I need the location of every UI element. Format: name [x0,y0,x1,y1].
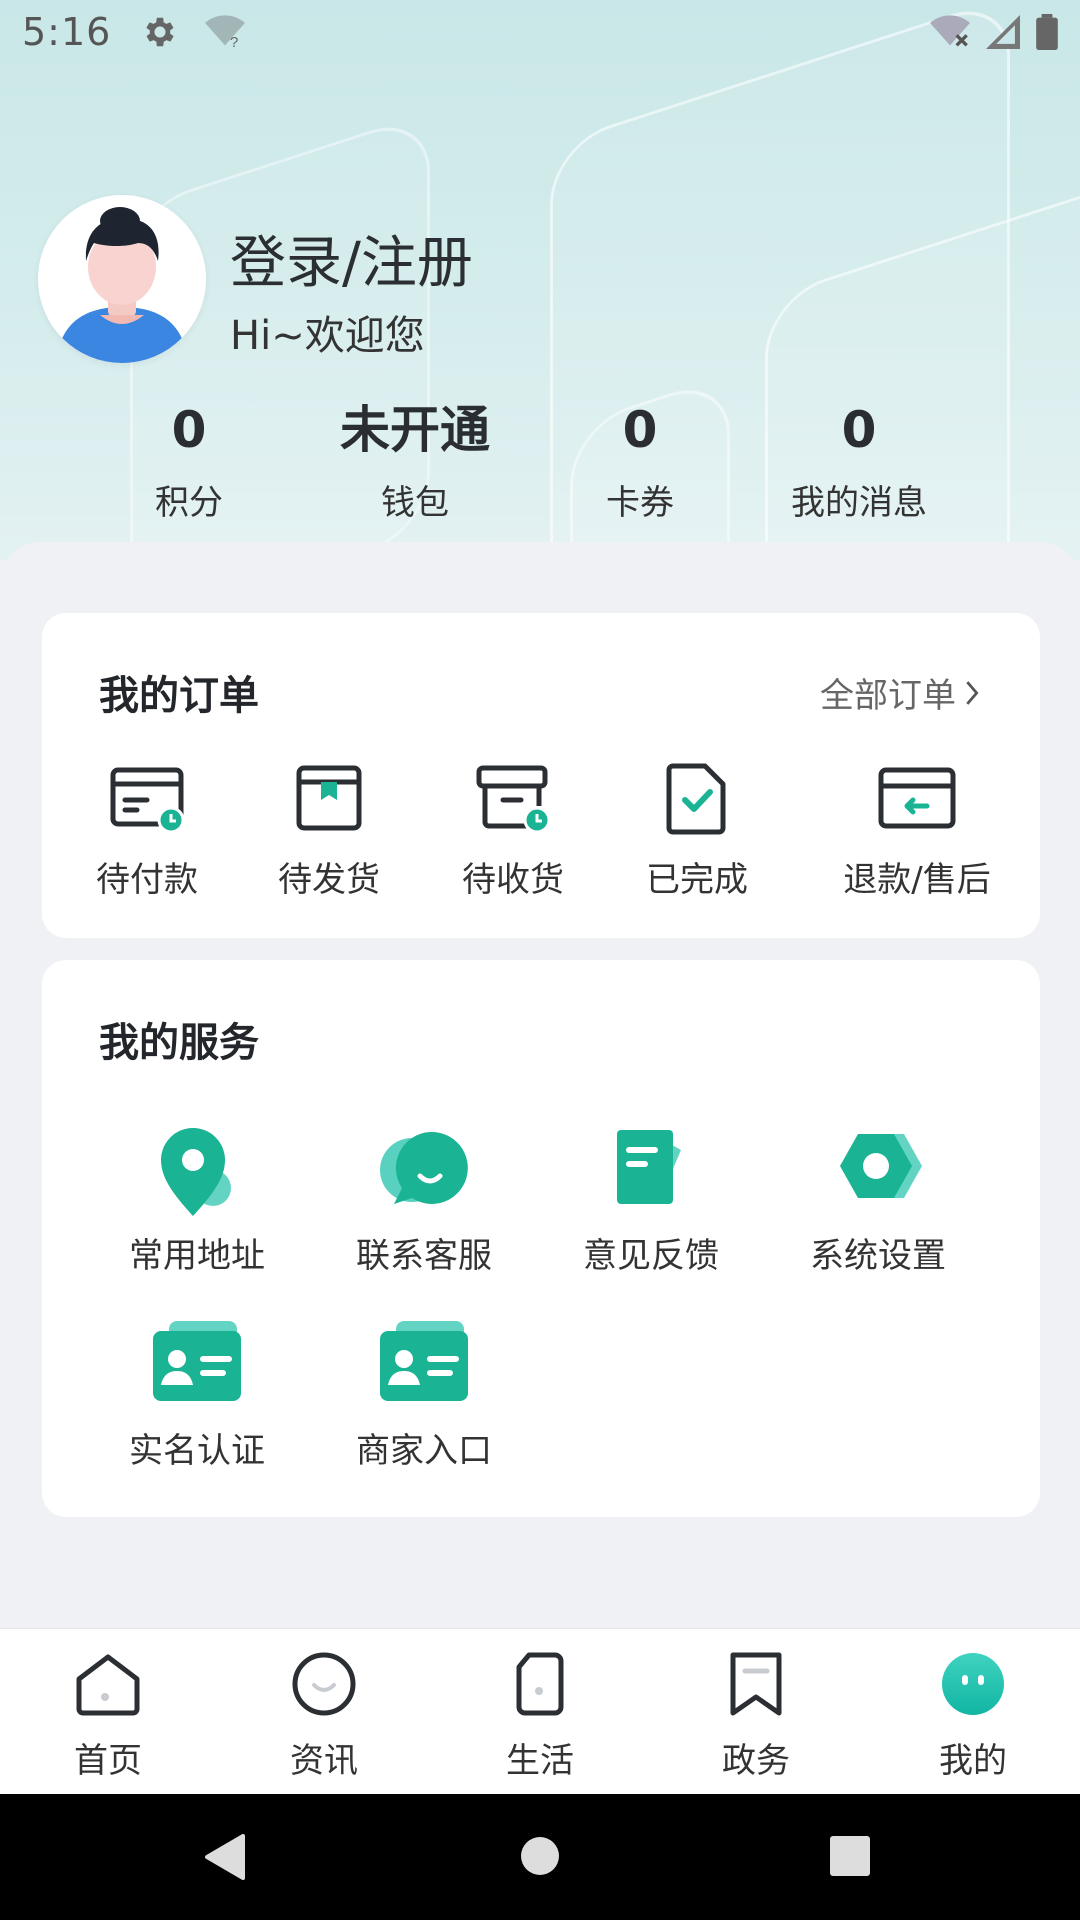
order-label: 待发货 [278,860,380,900]
order-label: 已完成 [646,860,748,900]
settings-icon [840,1134,922,1198]
order-refund[interactable]: 退款/售后 [832,758,1002,901]
orders-card: 我的订单 全部订单 待付款 待发货 待收货 已完成 退款/售后 [42,613,1040,938]
login-register-link[interactable]: 登录/注册 [230,218,473,299]
merchant-card-icon [380,1321,468,1401]
life-icon [516,1652,564,1716]
orders-title: 我的订单 [99,673,259,719]
nav-label: 政务 [722,1741,790,1781]
id-card-icon [153,1321,241,1401]
stat-value: 0 [622,401,658,459]
completed-icon [666,763,726,835]
service-settings[interactable]: 系统设置 [768,1120,988,1277]
nav-profile[interactable]: 我的 [903,1649,1043,1782]
stat-label: 钱包 [381,483,449,523]
order-pending-shipment[interactable]: 待发货 [264,758,394,901]
pending-receipt-icon [476,765,551,834]
stat-label: 我的消息 [791,483,927,523]
government-icon [730,1652,782,1716]
svg-text:?: ? [230,34,238,50]
order-label: 待付款 [96,860,198,900]
battery-icon [1036,14,1058,50]
nav-home[interactable]: 首页 [38,1649,178,1782]
pending-shipment-icon [296,765,362,831]
gear-icon [146,17,174,47]
stat-value: 0 [841,401,877,459]
nav-label: 我的 [939,1741,1007,1781]
stat-points[interactable]: 0 积分 [79,395,299,524]
nav-government[interactable]: 政务 [686,1649,826,1782]
service-label: 商家入口 [356,1431,492,1471]
stat-label: 卡券 [606,483,674,523]
stat-value: 0 [171,401,207,459]
all-orders-link[interactable]: 全部订单 [820,668,980,717]
back-icon[interactable] [203,1832,247,1882]
stat-label: 积分 [155,483,223,523]
stat-wallet[interactable]: 未开通 钱包 [305,395,525,524]
wifi-off-icon [930,15,970,47]
location-pin-icon [161,1128,231,1216]
services-card: 我的服务 常用地址 联系客服 意见反馈 系统设置 实名认证 商家入口 [42,960,1040,1517]
service-label: 常用地址 [129,1236,265,1276]
stat-value: 未开通 [340,401,490,459]
order-label: 待收货 [462,860,564,900]
system-nav-bar [0,1794,1080,1920]
service-customer-support[interactable]: 联系客服 [314,1120,534,1277]
pending-payment-icon [110,767,185,834]
nav-news[interactable]: 资讯 [254,1649,394,1782]
service-label: 意见反馈 [583,1236,719,1276]
all-orders-label: 全部订单 [820,676,956,716]
nav-label: 生活 [506,1741,574,1781]
order-pending-payment[interactable]: 待付款 [82,758,212,901]
home-button-icon[interactable] [520,1836,560,1876]
signal-icon [986,15,1020,49]
service-address[interactable]: 常用地址 [87,1120,307,1277]
user-avatar-icon [38,195,206,363]
service-real-name-auth[interactable]: 实名认证 [87,1315,307,1472]
avatar[interactable] [38,195,206,363]
chevron-right-icon [966,680,979,705]
feedback-icon [617,1130,681,1204]
news-icon [292,1652,356,1716]
service-feedback[interactable]: 意见反馈 [541,1120,761,1277]
stat-coupons[interactable]: 0 卡券 [530,395,750,524]
service-label: 系统设置 [810,1236,946,1276]
bottom-nav: 首页 资讯 生活 政务 我的 [0,1628,1080,1794]
service-merchant-entry[interactable]: 商家入口 [314,1315,534,1472]
home-icon [76,1654,140,1716]
status-time: 5:16 [22,10,112,54]
order-pending-receipt[interactable]: 待收货 [448,758,578,901]
welcome-text: Hi~欢迎您 [230,313,425,359]
service-label: 联系客服 [356,1236,492,1276]
status-bar: 5:16 ? [0,0,1080,64]
refund-icon [878,767,956,829]
service-label: 实名认证 [129,1431,265,1471]
nav-label: 资讯 [290,1741,358,1781]
profile-icon [942,1653,1004,1715]
nav-label: 首页 [74,1741,142,1781]
stats-row: 0 积分 未开通 钱包 0 卡券 0 我的消息 [0,395,1080,535]
recents-icon[interactable] [830,1836,870,1876]
wifi-unknown-icon: ? [205,15,246,50]
nav-life[interactable]: 生活 [470,1649,610,1782]
services-title: 我的服务 [99,1020,259,1066]
order-completed[interactable]: 已完成 [632,758,762,901]
order-label: 退款/售后 [843,860,991,900]
stat-messages[interactable]: 0 我的消息 [749,395,969,524]
chat-icon [380,1131,468,1204]
